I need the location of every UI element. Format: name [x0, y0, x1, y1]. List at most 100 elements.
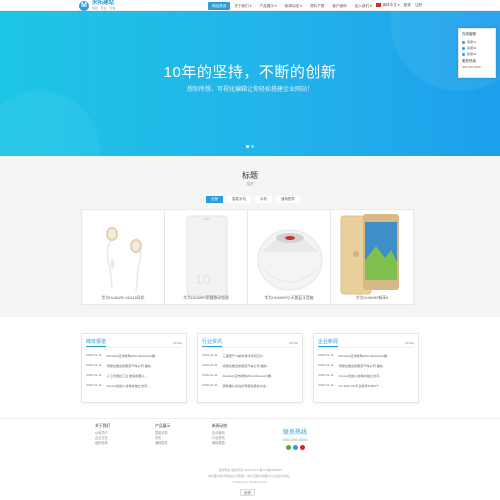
news-box-title[interactable]: 行业资讯: [202, 338, 223, 347]
news-text: 微软确认将在世界移动通信大会...: [222, 384, 269, 388]
feedback-button[interactable]: 反馈: [240, 489, 255, 496]
nav-downloads[interactable]: 资料下载: [306, 2, 328, 10]
news-box-title[interactable]: 企业新闻: [318, 338, 339, 347]
service-phone-label: 服务热线: [462, 59, 476, 63]
logo-slogan: 成就 · 专业 · 可信: [92, 6, 116, 11]
login-link[interactable]: 登录: [404, 3, 411, 8]
news-date: 2018-01-11: [86, 363, 102, 367]
footer-col-head[interactable]: 产品展示: [155, 424, 195, 429]
tab-accessories[interactable]: 通用配件: [276, 196, 300, 203]
news-text: 特斯拉推出新能源汽车公司 撬动...: [106, 364, 154, 368]
news-item[interactable]: 2018-01-11 特斯拉推出新能源汽车公司 撬动...: [202, 363, 298, 368]
footer-col-head[interactable]: 新闻动态: [212, 424, 252, 429]
news-item[interactable]: 2018-01-11 三星量产10纳米技术手机芯片...: [202, 353, 298, 358]
news-date: 2018-01-11: [86, 353, 102, 357]
news-item[interactable]: 2018-01-11 微软确认将在世界移动通信大会...: [202, 383, 298, 388]
product-caption[interactable]: 华为HUAWEI荣耀移动电源: [165, 296, 247, 301]
more-link[interactable]: MORE: [289, 341, 298, 347]
carousel-dots: [245, 145, 255, 148]
tab-smartphones[interactable]: 智能手机: [227, 196, 251, 203]
language-label: 简体中文 ▾: [382, 3, 400, 7]
news-box-header: 企业新闻 MORE: [318, 337, 414, 348]
service-row[interactable]: 客服02: [462, 46, 492, 50]
news-date: 2018-01-11: [318, 363, 334, 367]
service-phone: 400-000-0000: [462, 65, 481, 69]
service-row[interactable]: 客服01: [462, 40, 492, 44]
svg-text:10: 10: [195, 271, 211, 287]
product-caption[interactable]: 华为HUAWEI畅享6: [331, 296, 413, 301]
product-caption[interactable]: 华为HUAWEI小天鹅蓝牙音箱: [248, 296, 330, 301]
qq-icon: [462, 46, 465, 50]
service-row[interactable]: 客服03: [462, 52, 492, 56]
nav-home[interactable]: 网站首页: [208, 1, 231, 10]
language-switch[interactable]: 简体中文 ▾: [376, 3, 400, 8]
news-text: 特斯拉推出新能源汽车公司 撬动...: [222, 364, 270, 368]
news-date: 2018-01-11: [202, 363, 218, 367]
site-logo[interactable]: M 米拓建站 成就 · 专业 · 可信: [79, 0, 121, 11]
nav-news[interactable]: 新闻动态 ▾: [281, 2, 306, 10]
product-card[interactable]: 华为HUAWEI畅享6: [330, 209, 414, 305]
more-link[interactable]: MORE: [405, 341, 414, 347]
earphones-image: [106, 227, 142, 293]
news-item[interactable]: 2018-01-11 Oculus创始人将举办独立访问...: [318, 373, 414, 378]
footer-link[interactable]: 通用配件: [155, 441, 195, 446]
news-item[interactable]: 2018-01-11 Oculus创始人将举办独立访问...: [86, 383, 182, 388]
power-bank-image: 10: [186, 215, 228, 297]
footer-link[interactable]: 媒体报道: [212, 441, 252, 446]
qq-icon: [462, 40, 465, 44]
nav-about[interactable]: 关于我们 ▾: [230, 2, 255, 10]
user-links: 简体中文 ▾ 登录 注册: [372, 0, 422, 11]
news-item[interactable]: 2018-01-11 Parallels宣布收购2014 Macworld展...: [318, 353, 414, 358]
powered-by[interactable]: Powered by MetInfo 6.0.0: [0, 480, 500, 484]
nav-cases[interactable]: 客户案例: [328, 2, 350, 10]
social-icons: [265, 445, 325, 450]
nav-products[interactable]: 产品展示 ▾: [256, 2, 281, 10]
news-date: 2018-01-11: [318, 373, 334, 377]
news-box-media: 媒体报道 MORE 2018-01-11 Parallels宣布收购2014 Ma…: [81, 333, 187, 403]
news-date: 2018-01-11: [318, 353, 334, 357]
news-date: 2018-01-11: [318, 383, 334, 387]
register-link[interactable]: 注册: [415, 3, 422, 8]
news-item[interactable]: 2018-01-11 Parallels宣布收购2014 Macworld展...: [86, 353, 182, 358]
disclaimer-line: 本页面内容为网站演示数据，前台页面内容都可以在后台修改。: [207, 474, 292, 478]
more-link[interactable]: MORE: [173, 341, 182, 347]
news-item[interactable]: 2018-01-11 LG Web OS平台新增11000个...: [318, 383, 414, 388]
news-box-industry: 行业资讯 MORE 2018-01-11 三星量产10纳米技术手机芯片... 20…: [197, 333, 303, 403]
hotline-number: 400-000-0000: [282, 437, 308, 442]
news-text: 特斯拉推出新能源汽车公司 撬动...: [338, 364, 386, 368]
product-card[interactable]: 10 华为HUAWEI荣耀移动电源: [164, 209, 248, 305]
wechat-icon[interactable]: [285, 445, 291, 450]
weibo-icon[interactable]: [299, 445, 305, 450]
news-text: Parallels宣布收购2014 Macworld展...: [222, 374, 274, 378]
product-card[interactable]: 华为HUAWEI AM116耳机: [81, 209, 165, 305]
logo-text: 米拓建站 成就 · 专业 · 可信: [92, 0, 116, 11]
footer-link[interactable]: 组织结构: [95, 441, 135, 446]
news-date: 2018-01-11: [86, 373, 102, 377]
carousel-dot[interactable]: [251, 145, 254, 148]
news-item[interactable]: 2018-01-11 人工智能和工业 推进机器人...: [86, 373, 182, 378]
section-title: 标题: [242, 171, 258, 180]
news-item[interactable]: 2018-01-11 特斯拉推出新能源汽车公司 撬动...: [86, 363, 182, 368]
logo-icon: M: [79, 0, 89, 11]
news-item[interactable]: 2018-01-11 特斯拉推出新能源汽车公司 撬动...: [318, 363, 414, 368]
footer-col-about: 关于我们 公司简介 企业文化 组织结构: [95, 424, 135, 446]
tab-phones[interactable]: 手机: [255, 196, 272, 203]
product-card[interactable]: 华为HUAWEI小天鹅蓝牙音箱: [247, 209, 331, 305]
product-tabs: 全部 智能手机 手机 通用配件: [206, 196, 304, 203]
news-box-title[interactable]: 媒体报道: [86, 338, 107, 347]
carousel-dot[interactable]: [246, 145, 249, 148]
news-text: 三星量产10纳米技术手机芯片...: [222, 354, 266, 358]
qq-icon[interactable]: [292, 445, 298, 450]
tab-all[interactable]: 全部: [206, 196, 223, 203]
footer-col-products: 产品展示 智能手机 手机 通用配件: [155, 424, 195, 446]
main-nav: 网站首页 关于我们 ▾ 产品展示 ▾ 新闻动态 ▾ 资料下载 客户案例 加入我们…: [208, 0, 376, 11]
news-box-header: 行业资讯 MORE: [202, 337, 298, 348]
news-item[interactable]: 2018-01-11 Parallels宣布收购2014 Macworld展...: [202, 373, 298, 378]
footer-col-head[interactable]: 关于我们: [95, 424, 135, 429]
news-text: Oculus创始人将举办独立访问...: [338, 374, 382, 378]
hotline-title: 联系热线: [282, 430, 307, 436]
section-subtitle: 描述: [246, 182, 254, 186]
product-caption[interactable]: 华为HUAWEI AM116耳机: [82, 296, 164, 301]
copyright-line: 我的网站 版权所有 2008-2018 湘ICP备8888888: [218, 468, 282, 472]
news-text: Oculus创始人将举办独立访问...: [106, 384, 150, 388]
